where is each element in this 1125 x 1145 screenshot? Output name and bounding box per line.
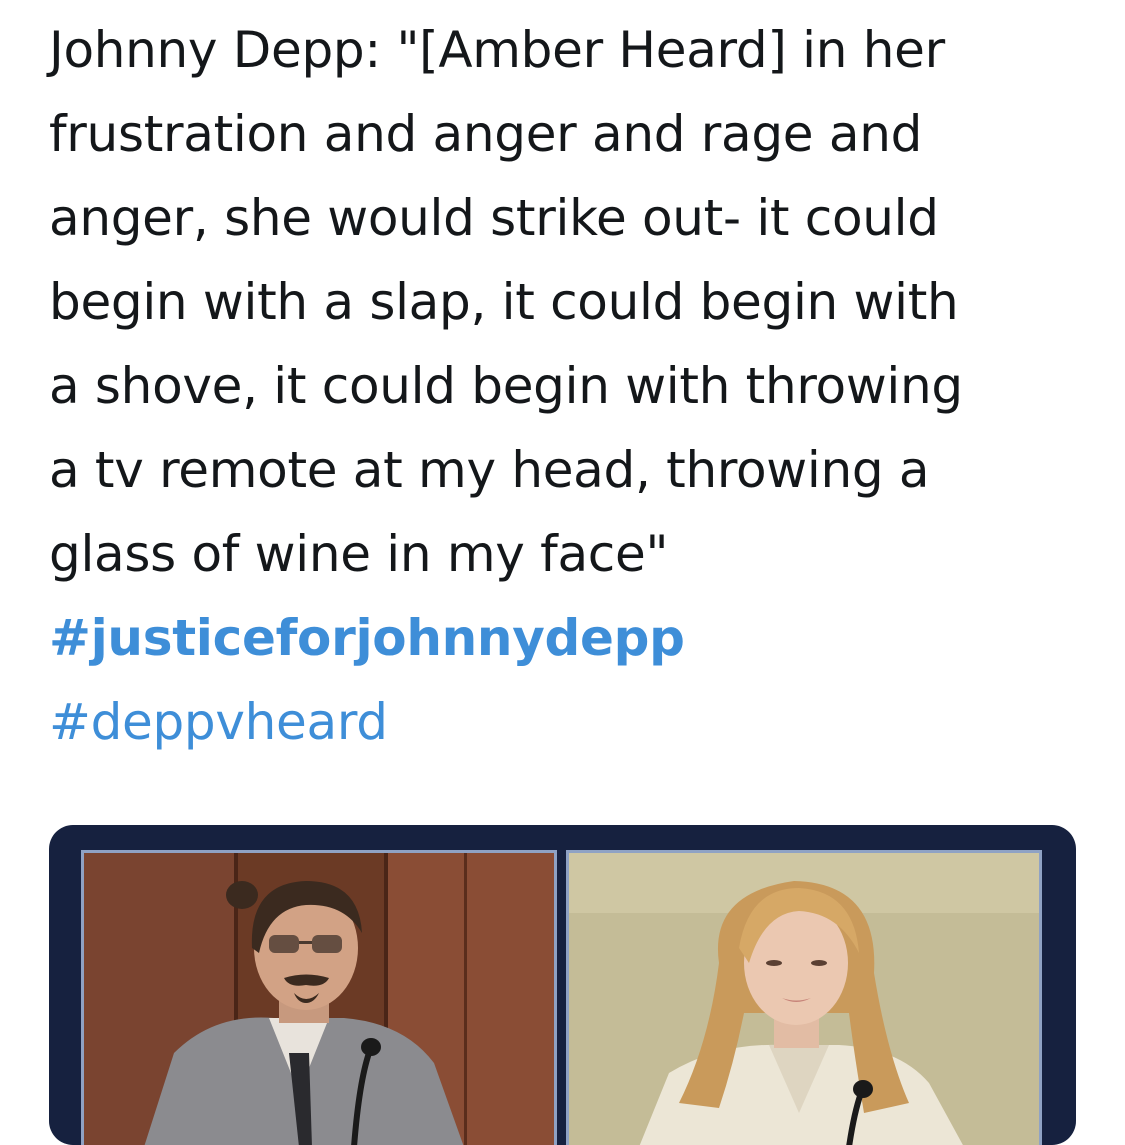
courtroom-man-image	[84, 853, 554, 1145]
hashtag-link-deppvheard[interactable]: #deppvheard	[49, 680, 1089, 764]
tweet-text-line: frustration and anger and rage and	[49, 105, 923, 163]
tweet-text-line: Johnny Depp: "[Amber Heard] in her	[49, 21, 945, 79]
tweet-text-line: glass of wine in my face"	[49, 525, 669, 583]
video-panel-right	[566, 850, 1042, 1145]
tweet-media-image[interactable]	[49, 825, 1076, 1145]
tweet-text-line: begin with a slap, it could begin with	[49, 273, 959, 331]
tweet-text-line: a tv remote at my head, throwing a	[49, 441, 930, 499]
tweet-text: Johnny Depp: "[Amber Heard] in her frust…	[49, 0, 1089, 764]
courtroom-woman-image	[569, 853, 1039, 1145]
tweet-text-line: a shove, it could begin with throwing	[49, 357, 963, 415]
hashtag-link-justiceforjohnnydepp[interactable]: #justiceforjohnnydepp	[49, 596, 1089, 680]
video-panel-left	[81, 850, 557, 1145]
tweet: Johnny Depp: "[Amber Heard] in her frust…	[49, 0, 1089, 764]
tweet-text-line: anger, she would strike out- it could	[49, 189, 939, 247]
